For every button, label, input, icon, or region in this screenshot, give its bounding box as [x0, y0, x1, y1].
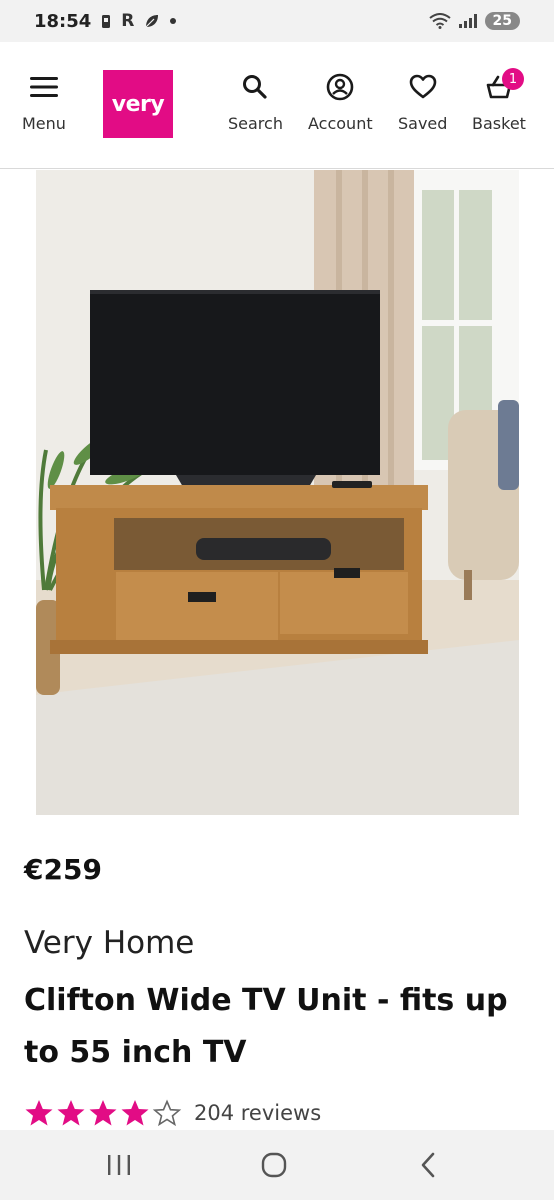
heart-icon	[408, 72, 438, 102]
star-empty-icon	[152, 1099, 182, 1127]
star-filled-icon	[89, 1100, 117, 1126]
leaf-icon	[144, 13, 160, 29]
menu-label: Menu	[22, 114, 66, 133]
menu-button[interactable]: Menu	[22, 72, 66, 133]
basket-label: Basket	[472, 114, 526, 133]
account-button[interactable]: Account	[308, 72, 373, 133]
dot-icon	[170, 18, 177, 24]
account-label: Account	[308, 114, 373, 133]
home-icon	[261, 1152, 287, 1178]
reviews-link[interactable]: 204 reviews	[194, 1101, 321, 1125]
product-rating[interactable]: 204 reviews	[24, 1098, 321, 1128]
signal-icon	[458, 14, 477, 28]
system-nav-bar	[0, 1130, 554, 1200]
back-button[interactable]	[414, 1150, 444, 1180]
site-header: Menu very Search Account Saved 1 Basket	[0, 42, 554, 169]
product-price: €259	[24, 853, 102, 886]
very-logo[interactable]: very	[103, 70, 173, 138]
account-icon	[325, 72, 355, 102]
battery-indicator: 25	[484, 12, 520, 30]
sim-icon	[101, 14, 111, 29]
saved-label: Saved	[398, 114, 448, 133]
product-brand[interactable]: Very Home	[24, 925, 194, 961]
product-title: Clifton Wide TV Unit - fits up to 55 inc…	[24, 983, 508, 1070]
status-bar: 18:54 R 25	[0, 0, 554, 42]
saved-button[interactable]: Saved	[398, 72, 447, 133]
star-filled-icon	[57, 1100, 85, 1126]
basket-count-badge: 1	[501, 68, 524, 90]
hamburger-icon	[29, 72, 59, 102]
wifi-icon	[428, 13, 451, 29]
home-button[interactable]	[259, 1150, 289, 1180]
tv-unit-photo	[36, 170, 519, 815]
search-button[interactable]: Search	[228, 72, 283, 133]
recent-apps-button[interactable]	[104, 1150, 134, 1180]
star-filled-icon	[121, 1100, 149, 1126]
product-image[interactable]	[36, 170, 519, 815]
back-icon	[421, 1152, 435, 1178]
r-indicator: R	[121, 11, 135, 31]
search-label: Search	[228, 114, 283, 133]
recent-apps-icon	[108, 1155, 130, 1175]
search-icon	[240, 72, 270, 102]
status-time: 18:54	[34, 10, 92, 32]
basket-icon: 1	[484, 68, 524, 102]
basket-button[interactable]: 1 Basket	[472, 68, 526, 133]
star-filled-icon	[25, 1100, 53, 1126]
